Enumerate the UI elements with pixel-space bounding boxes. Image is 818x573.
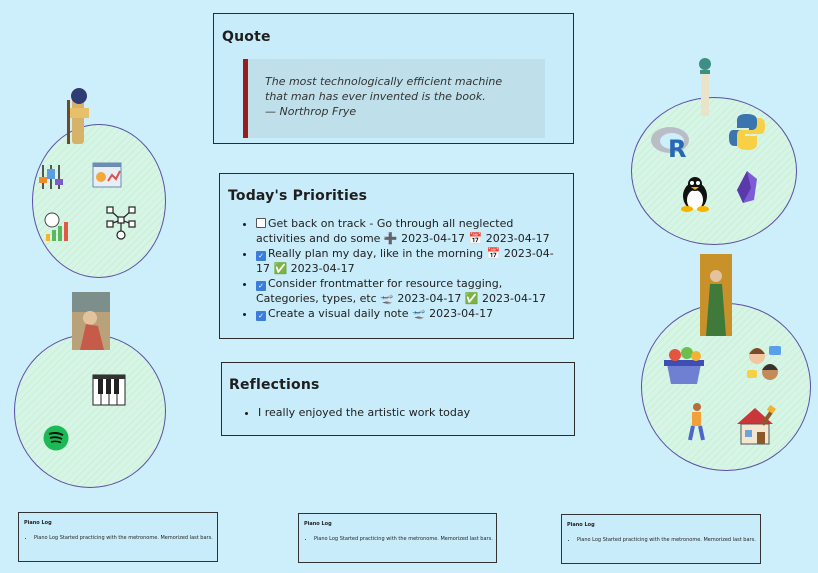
- r-language-icon[interactable]: R: [650, 124, 692, 160]
- python-icon[interactable]: [726, 112, 768, 152]
- quote-author: — Northrop Frye: [265, 105, 357, 118]
- task-checkbox[interactable]: [256, 218, 266, 228]
- quote-title: Quote: [222, 29, 271, 45]
- quote-card: Quote The most technologically efficient…: [213, 13, 574, 144]
- reflections-card: Reflections I really enjoyed the artisti…: [221, 362, 575, 436]
- task-item: ✓Consider frontmatter for resource taggi…: [256, 277, 563, 306]
- task-checkbox[interactable]: ✓: [256, 311, 266, 321]
- obsidian-icon[interactable]: [734, 170, 760, 204]
- piano-log-title: Piano Log: [304, 521, 332, 527]
- painting-icon: [72, 292, 110, 350]
- conversation-icon[interactable]: [745, 344, 783, 382]
- task-checkbox[interactable]: ✓: [256, 281, 266, 291]
- linux-tux-icon[interactable]: [678, 174, 712, 212]
- reflections-title: Reflections: [229, 377, 320, 393]
- artwork-icon: [700, 254, 732, 336]
- task-item: ✓Really plan my day, like in the morning…: [256, 247, 563, 276]
- task-text: Really plan my day, like in the morning …: [256, 247, 554, 275]
- cooking-icon[interactable]: [661, 346, 707, 386]
- dashboard-icon[interactable]: [92, 160, 122, 190]
- task-text: Get back on track - Go through all negle…: [256, 217, 550, 245]
- quote-block: The most technologically efficient machi…: [243, 59, 545, 138]
- piano-log-title: Piano Log: [24, 520, 52, 526]
- piano-log-card: Piano Log Piano Log Started practicing w…: [561, 514, 761, 564]
- music-circle: [14, 334, 166, 488]
- svg-text:R: R: [668, 135, 686, 160]
- piano-log-card: Piano Log Piano Log Started practicing w…: [298, 513, 497, 563]
- egyptian-statue-icon: [695, 56, 715, 118]
- reflections-list: I really enjoyed the artistic work today: [232, 406, 470, 419]
- task-item: Get back on track - Go through all negle…: [256, 217, 563, 246]
- task-text: Create a visual daily note 🛫 2023-04-17: [268, 307, 494, 320]
- piano-log-card: Piano Log Piano Log Started practicing w…: [18, 512, 218, 562]
- quote-line: The most technologically efficient machi…: [265, 75, 503, 88]
- spotify-icon[interactable]: [42, 424, 70, 452]
- priorities-title: Today's Priorities: [228, 188, 368, 204]
- piano-log-item: Piano Log Started practicing with the me…: [577, 537, 756, 544]
- task-item: ✓Create a visual daily note 🛫 2023-04-17: [256, 307, 563, 322]
- home-painting-icon[interactable]: [735, 404, 777, 446]
- piano-log-item: Piano Log Started practicing with the me…: [34, 535, 213, 542]
- growth-chart-icon[interactable]: [42, 212, 74, 242]
- sliders-icon[interactable]: [36, 162, 66, 192]
- priorities-list: Get back on track - Go through all negle…: [230, 217, 563, 323]
- piano-icon[interactable]: [92, 374, 126, 406]
- reflection-item: I really enjoyed the artistic work today: [258, 406, 470, 419]
- walking-person-icon[interactable]: [686, 402, 708, 442]
- task-text: Consider frontmatter for resource taggin…: [256, 277, 546, 305]
- piano-log-item: Piano Log Started practicing with the me…: [314, 536, 493, 543]
- priorities-card: Today's Priorities Get back on track - G…: [219, 173, 574, 339]
- work-tools-circle: [32, 124, 166, 278]
- quote-line: that man has ever invented is the book.: [265, 90, 486, 103]
- piano-log-title: Piano Log: [567, 522, 595, 528]
- task-checkbox[interactable]: ✓: [256, 251, 266, 261]
- egyptian-god-icon: [62, 86, 94, 146]
- network-icon[interactable]: [104, 206, 138, 240]
- programming-circle: [631, 97, 797, 245]
